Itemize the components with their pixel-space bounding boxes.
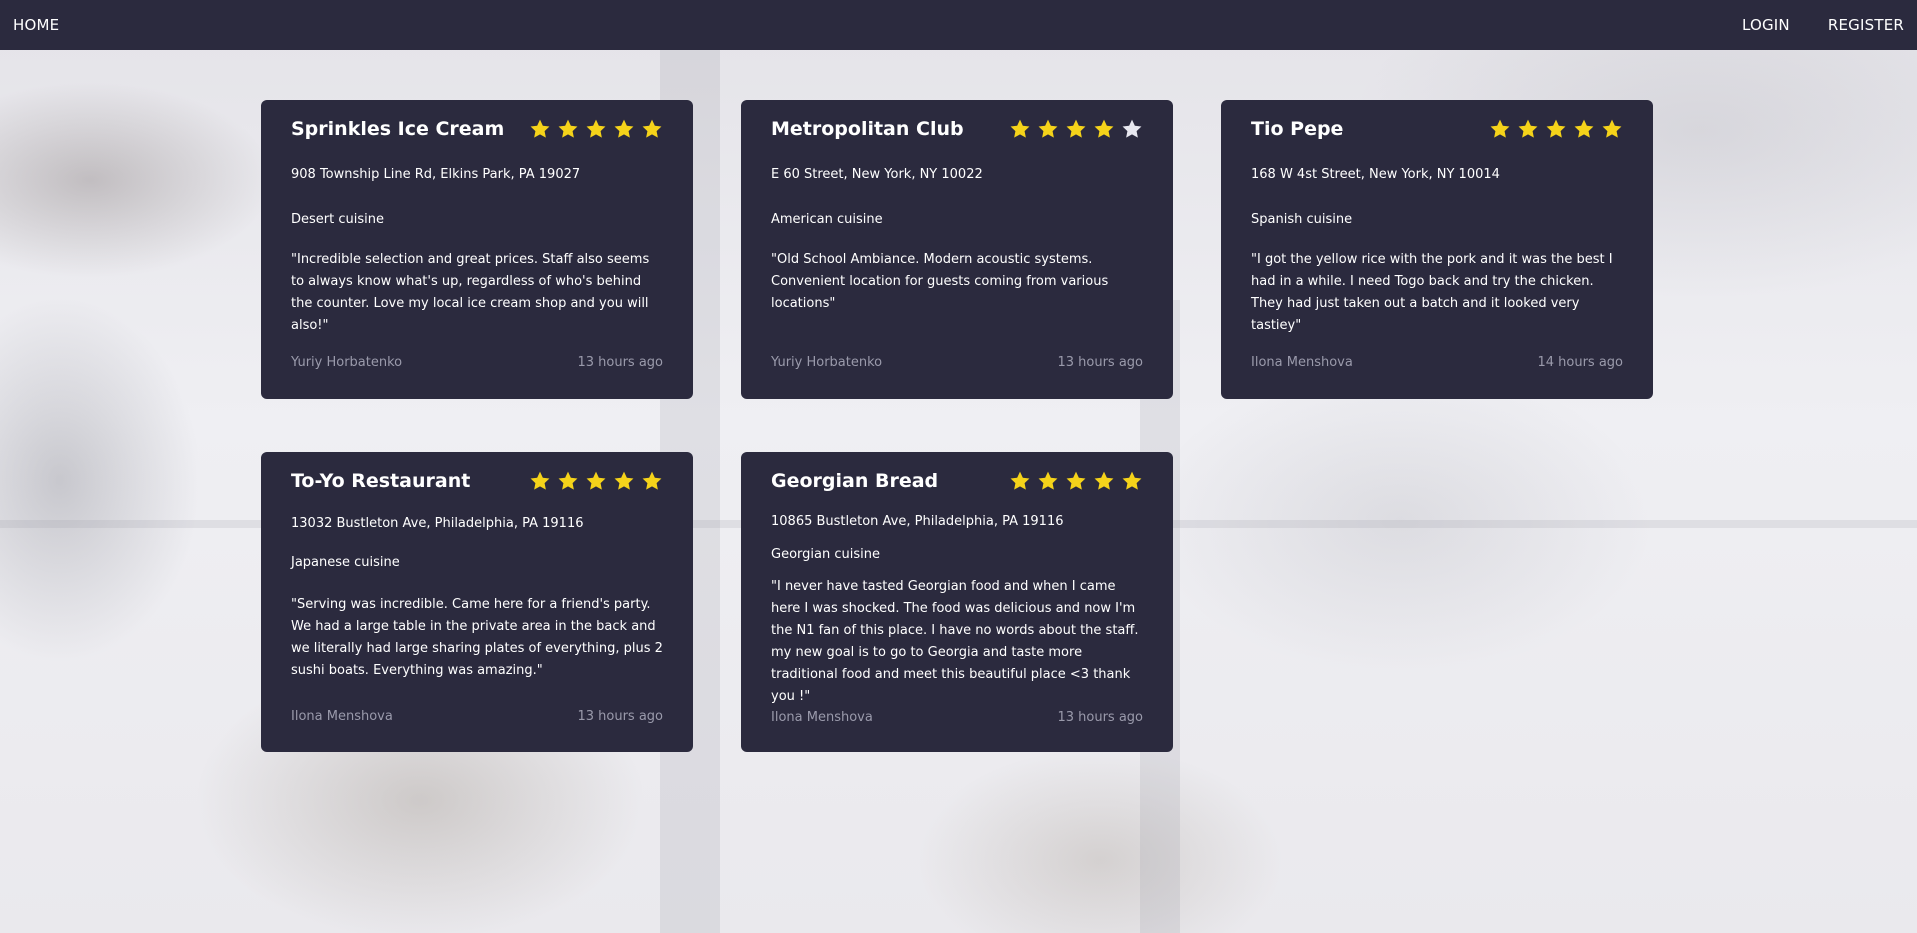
star-filled-icon [1094, 119, 1114, 138]
nav-register-link[interactable]: REGISTER [1828, 16, 1904, 34]
review-time: 14 hours ago [1537, 355, 1623, 370]
review-author: Ilona Menshova [771, 710, 873, 725]
review-meta: Yuriy Horbatenko 13 hours ago [291, 355, 663, 370]
star-empty-icon [1122, 119, 1142, 138]
restaurant-address: E 60 Street, New York, NY 10022 [771, 167, 983, 182]
star-filled-icon [530, 119, 550, 138]
review-author: Ilona Menshova [291, 709, 393, 724]
star-filled-icon [642, 119, 662, 138]
review-meta: Ilona Menshova 14 hours ago [1251, 355, 1623, 370]
review-meta: Ilona Menshova 13 hours ago [291, 709, 663, 724]
restaurant-cuisine: Spanish cuisine [1251, 212, 1353, 227]
card-header: Metropolitan Club [771, 118, 1143, 140]
star-filled-icon [530, 471, 550, 490]
star-rating [1009, 118, 1143, 140]
review-card[interactable]: Georgian Bread 10865 Bustleton Ave, Phil… [741, 452, 1173, 752]
card-header: To-Yo Restaurant [291, 470, 663, 492]
review-meta: Yuriy Horbatenko 13 hours ago [771, 355, 1143, 370]
restaurant-cuisine: Japanese cuisine [291, 555, 400, 570]
star-filled-icon [558, 119, 578, 138]
star-filled-icon [1066, 471, 1086, 490]
card-header: Georgian Bread [771, 470, 1143, 492]
restaurant-cuisine: Desert cuisine [291, 212, 384, 227]
navbar: HOME LOGIN REGISTER [0, 0, 1917, 50]
star-filled-icon [586, 119, 606, 138]
review-card[interactable]: Metropolitan Club E 60 Street, New York,… [741, 100, 1173, 399]
star-rating [1009, 470, 1143, 492]
nav-right-group: LOGIN REGISTER [1742, 16, 1904, 34]
restaurant-address: 10865 Bustleton Ave, Philadelphia, PA 19… [771, 514, 1064, 529]
review-text: "I never have tasted Georgian food and w… [771, 579, 1139, 704]
nav-login-link[interactable]: LOGIN [1742, 16, 1790, 34]
restaurant-address: 908 Township Line Rd, Elkins Park, PA 19… [291, 167, 581, 182]
restaurant-name: Sprinkles Ice Cream [291, 118, 505, 140]
review-text: "Old School Ambiance. Modern acoustic sy… [771, 252, 1109, 311]
review-time: 13 hours ago [577, 355, 663, 370]
star-filled-icon [1518, 119, 1538, 138]
star-filled-icon [1010, 119, 1030, 138]
star-filled-icon [1602, 119, 1622, 138]
star-filled-icon [1122, 471, 1142, 490]
restaurant-address: 168 W 4st Street, New York, NY 10014 [1251, 167, 1500, 182]
review-time: 13 hours ago [1057, 710, 1143, 725]
review-meta: Ilona Menshova 13 hours ago [771, 710, 1143, 725]
review-card[interactable]: Sprinkles Ice Cream 908 Township Line Rd… [261, 100, 693, 399]
review-text: "Incredible selection and great prices. … [291, 252, 650, 333]
review-text: "Serving was incredible. Came here for a… [291, 597, 663, 678]
star-filled-icon [558, 471, 578, 490]
restaurant-name: Metropolitan Club [771, 118, 964, 140]
review-author: Yuriy Horbatenko [291, 355, 403, 370]
star-filled-icon [614, 119, 634, 138]
review-time: 13 hours ago [577, 709, 663, 724]
review-card[interactable]: Tio Pepe 168 W 4st Street, New York, NY … [1221, 100, 1653, 399]
star-rating [529, 118, 663, 140]
review-author: Yuriy Horbatenko [771, 355, 883, 370]
review-card[interactable]: To-Yo Restaurant 13032 Bustleton Ave, Ph… [261, 452, 693, 752]
star-filled-icon [1010, 471, 1030, 490]
star-filled-icon [614, 471, 634, 490]
star-filled-icon [1038, 471, 1058, 490]
star-filled-icon [1490, 119, 1510, 138]
restaurant-cuisine: Georgian cuisine [771, 547, 880, 562]
star-filled-icon [1574, 119, 1594, 138]
card-header: Sprinkles Ice Cream [291, 118, 663, 140]
star-filled-icon [642, 471, 662, 490]
review-author: Ilona Menshova [1251, 355, 1353, 370]
star-filled-icon [1066, 119, 1086, 138]
star-rating [1489, 118, 1623, 140]
restaurant-name: Tio Pepe [1251, 118, 1344, 140]
star-filled-icon [586, 471, 606, 490]
review-time: 13 hours ago [1057, 355, 1143, 370]
card-header: Tio Pepe [1251, 118, 1623, 140]
star-rating [529, 470, 663, 492]
restaurant-address: 13032 Bustleton Ave, Philadelphia, PA 19… [291, 516, 584, 531]
star-filled-icon [1546, 119, 1566, 138]
star-filled-icon [1038, 119, 1058, 138]
restaurant-name: To-Yo Restaurant [291, 470, 471, 492]
restaurant-cuisine: American cuisine [771, 212, 883, 227]
nav-home-link[interactable]: HOME [13, 16, 59, 34]
restaurant-name: Georgian Bread [771, 470, 939, 492]
star-filled-icon [1094, 471, 1114, 490]
review-text: "I got the yellow rice with the pork and… [1251, 252, 1613, 333]
